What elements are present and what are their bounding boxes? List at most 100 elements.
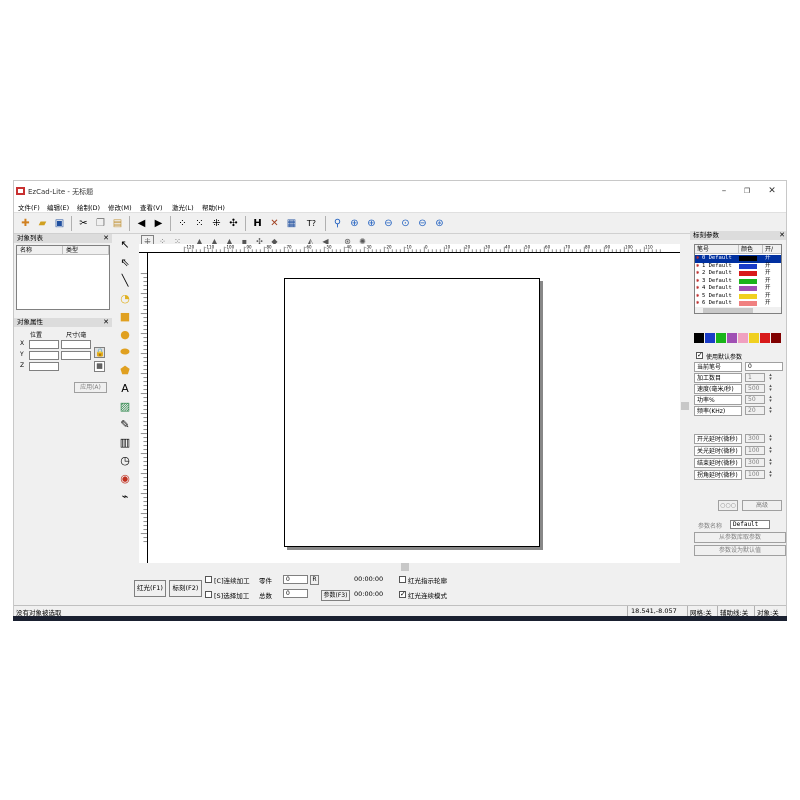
close-icon[interactable]: ✕ bbox=[103, 318, 109, 327]
line-icon[interactable]: ╲ bbox=[117, 272, 133, 288]
anchor-grid-icon[interactable]: ▦ bbox=[94, 361, 105, 372]
timer-icon[interactable]: ◷ bbox=[117, 452, 133, 468]
pen-state[interactable]: 开 bbox=[765, 263, 771, 271]
delay-input[interactable]: 100 bbox=[745, 470, 765, 479]
part-input[interactable]: 0 bbox=[283, 575, 308, 584]
pen-state[interactable]: 开 bbox=[765, 285, 771, 293]
menu-help[interactable]: 帮助(H) bbox=[202, 202, 225, 212]
menu-draw[interactable]: 绘制(D) bbox=[77, 202, 100, 212]
text-tool-icon[interactable]: A bbox=[117, 380, 133, 396]
col-onoff[interactable]: 开/ bbox=[763, 245, 781, 254]
red-light-button[interactable]: 红光(F1) bbox=[134, 580, 166, 597]
spin-icon[interactable]: ▴ ▾ bbox=[767, 446, 774, 455]
spin-icon[interactable]: ▴ ▾ bbox=[767, 395, 774, 404]
menu-edit[interactable]: 编辑(E) bbox=[47, 202, 69, 212]
col-name[interactable]: 名称 bbox=[17, 246, 63, 255]
param-name-input[interactable]: Default bbox=[730, 520, 770, 529]
pen-row[interactable]: ✱ 4 Default 开 bbox=[695, 285, 781, 293]
mark-button[interactable]: 标刻(F2) bbox=[169, 580, 202, 597]
set-default-button[interactable]: 参数设为默认值 bbox=[694, 545, 786, 556]
pen-color-swatch[interactable] bbox=[739, 263, 757, 269]
zoom-in-icon[interactable]: ⊕ bbox=[347, 216, 362, 231]
pos-z-input[interactable] bbox=[29, 362, 59, 371]
pen-row[interactable]: ✱ 0 Default 开 bbox=[695, 255, 781, 263]
output-port-icon[interactable]: ⌁ bbox=[117, 488, 133, 504]
group-select-icon[interactable]: ⁜ bbox=[209, 216, 224, 231]
maximize-button[interactable]: ❐ bbox=[737, 184, 757, 198]
spin-icon[interactable]: ▴ ▾ bbox=[767, 470, 774, 479]
minimize-button[interactable]: – bbox=[714, 184, 734, 198]
select-arrow-icon[interactable]: ↖ bbox=[117, 236, 133, 252]
param-input[interactable]: 50 bbox=[745, 395, 765, 404]
invert-select-icon[interactable]: ⁙ bbox=[192, 216, 207, 231]
selected-checkbox[interactable] bbox=[205, 591, 212, 598]
pen-table-hscroll[interactable] bbox=[695, 307, 781, 313]
pen-table[interactable]: 笔号 颜色 开/ ✱ 0 Default 开 ✱ 1 Default 开 ✱ 2 Defaul… bbox=[694, 244, 782, 314]
circle-icon[interactable]: ● bbox=[117, 326, 133, 342]
text-icon[interactable]: T? bbox=[304, 216, 319, 231]
param-input[interactable]: 0 bbox=[745, 362, 783, 371]
vector-file-icon[interactable]: ✎ bbox=[117, 416, 133, 432]
menu-file[interactable]: 文件(F) bbox=[18, 202, 40, 212]
zoom-in-2-icon[interactable]: ⊕ bbox=[364, 216, 379, 231]
palette-color-swatch[interactable] bbox=[727, 333, 737, 343]
open-icon[interactable]: ▰ bbox=[35, 216, 50, 231]
use-default-checkbox[interactable] bbox=[696, 351, 703, 359]
cut-icon[interactable]: ✂ bbox=[76, 216, 91, 231]
vertical-scrollbar[interactable] bbox=[680, 244, 690, 563]
apply-button[interactable]: 应用(A) bbox=[74, 382, 107, 393]
pen-row[interactable]: ✱ 3 Default 开 bbox=[695, 278, 781, 286]
params-button[interactable]: 参数(F3) bbox=[321, 590, 350, 601]
pen-row[interactable]: ✱ 5 Default 开 bbox=[695, 293, 781, 301]
palette-color-swatch[interactable] bbox=[749, 333, 759, 343]
ellipse-icon[interactable]: ⬬ bbox=[117, 344, 133, 360]
pos-x-input[interactable] bbox=[29, 340, 59, 349]
pen-state[interactable]: 开 bbox=[765, 278, 771, 286]
zoom-icon[interactable]: ⚲ bbox=[330, 216, 345, 231]
calculator-icon[interactable]: ▦ bbox=[284, 216, 299, 231]
param-input[interactable]: 20 bbox=[745, 406, 765, 415]
load-from-lib-button[interactable]: 从参数库取参数 bbox=[694, 532, 786, 543]
close-icon[interactable]: ✕ bbox=[103, 234, 109, 243]
menu-view[interactable]: 查看(V) bbox=[140, 202, 163, 212]
menu-laser[interactable]: 激光(L) bbox=[172, 202, 194, 212]
spin-icon[interactable]: ▴ ▾ bbox=[767, 406, 774, 415]
pen-color-swatch[interactable] bbox=[739, 256, 757, 261]
delay-input[interactable]: 300 bbox=[745, 458, 765, 467]
pen-row[interactable]: ✱ 2 Default 开 bbox=[695, 270, 781, 278]
zoom-out-icon[interactable]: ⊖ bbox=[381, 216, 396, 231]
save-icon[interactable]: ▣ bbox=[52, 216, 67, 231]
zoom-fit-icon[interactable]: ⊙ bbox=[398, 216, 413, 231]
vscroll-thumb[interactable] bbox=[681, 402, 689, 410]
zoom-out-2-icon[interactable]: ⊖ bbox=[415, 216, 430, 231]
pen-color-swatch[interactable] bbox=[739, 278, 757, 284]
pen-row[interactable]: ✱ 1 Default 开 bbox=[695, 263, 781, 271]
rectangle-icon[interactable]: ■ bbox=[117, 308, 133, 324]
close-button[interactable]: ✕ bbox=[762, 184, 782, 198]
circle-button[interactable]: ○○○ bbox=[718, 500, 738, 511]
image-icon[interactable]: ▨ bbox=[117, 398, 133, 414]
pen-color-swatch[interactable] bbox=[739, 271, 757, 276]
pen-color-swatch[interactable] bbox=[739, 286, 757, 291]
h-icon[interactable]: H bbox=[250, 216, 265, 231]
advanced-button[interactable]: 高级 bbox=[742, 500, 782, 511]
palette-color-swatch[interactable] bbox=[760, 333, 770, 343]
close-icon[interactable]: ✕ bbox=[779, 231, 785, 240]
select-all-icon[interactable]: ⁘ bbox=[175, 216, 190, 231]
node-edit-icon[interactable]: ✣ bbox=[226, 216, 241, 231]
barcode-icon[interactable]: ▥ bbox=[117, 434, 133, 450]
col-type[interactable]: 类型 bbox=[63, 246, 109, 255]
menu-modify[interactable]: 修改(M) bbox=[108, 202, 132, 212]
param-input[interactable]: 500 bbox=[745, 384, 765, 393]
curve-icon[interactable]: ◔ bbox=[117, 290, 133, 306]
red-outline-checkbox[interactable] bbox=[399, 576, 406, 583]
pen-state[interactable]: 开 bbox=[765, 270, 771, 278]
palette-color-swatch[interactable] bbox=[771, 333, 781, 343]
hscroll-thumb[interactable] bbox=[401, 563, 409, 571]
polygon-icon[interactable]: ⬟ bbox=[117, 362, 133, 378]
pen-state[interactable]: 开 bbox=[765, 293, 771, 301]
zoom-all-icon[interactable]: ⊛ bbox=[432, 216, 447, 231]
palette-color-swatch[interactable] bbox=[716, 333, 726, 343]
horizontal-scrollbar[interactable] bbox=[139, 563, 680, 571]
lock-icon[interactable]: 🔒 bbox=[94, 347, 105, 358]
